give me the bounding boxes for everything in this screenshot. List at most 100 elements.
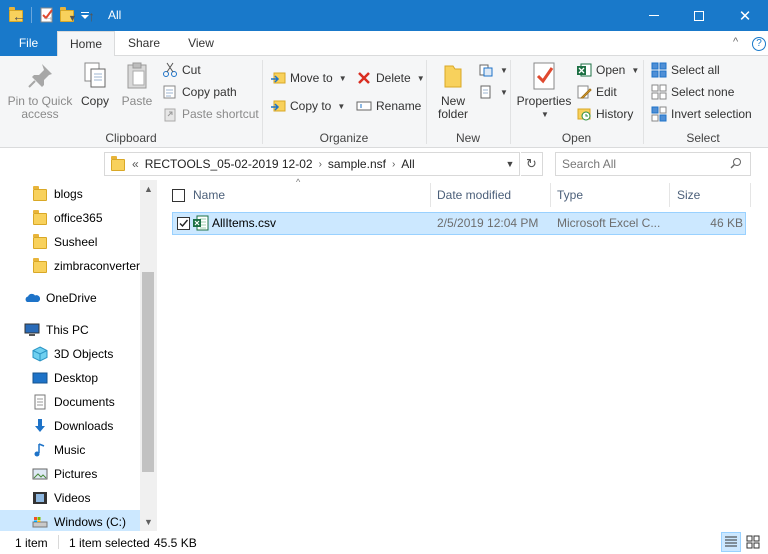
address-dropdown[interactable]: ▼ xyxy=(500,152,520,176)
search-box[interactable]: Search All xyxy=(555,152,751,176)
new-folder-button[interactable]: New folder xyxy=(434,60,472,121)
breadcrumb-overflow[interactable]: « xyxy=(132,157,139,171)
tab-file[interactable]: File xyxy=(0,31,57,56)
nav-item-3d-objects[interactable]: 3D Objects xyxy=(0,342,140,366)
breadcrumb-segment[interactable]: All xyxy=(401,157,414,171)
copy-icon xyxy=(79,60,111,92)
refresh-button[interactable]: ↻ xyxy=(521,152,543,176)
nav-scrollbar-thumb[interactable] xyxy=(142,272,154,472)
tab-view[interactable]: View xyxy=(176,31,226,56)
column-divider[interactable] xyxy=(669,183,670,207)
chevron-down-icon: ▼ xyxy=(338,73,347,83)
delete-button[interactable]: Delete ▼ xyxy=(356,68,425,88)
search-input[interactable]: Search All xyxy=(562,157,616,171)
paste-label: Paste xyxy=(121,94,153,108)
paste-shortcut-label: Paste shortcut xyxy=(182,107,259,121)
folder-icon xyxy=(32,258,48,274)
breadcrumb-separator-icon[interactable]: › xyxy=(392,159,395,170)
maximize-button[interactable] xyxy=(676,0,722,31)
nav-item-windows-c[interactable]: Windows (C:) xyxy=(0,510,140,531)
select-all-button[interactable]: Select all xyxy=(651,60,720,80)
paste-shortcut-button[interactable]: Paste shortcut xyxy=(162,104,259,124)
properties-icon xyxy=(528,60,560,92)
details-view-button[interactable] xyxy=(721,532,741,552)
close-button[interactable]: ✕ xyxy=(722,0,768,31)
nav-item-label: Documents xyxy=(54,395,115,409)
address-bar[interactable]: « RECTOOLS_05-02-2019 12-02 › sample.nsf… xyxy=(104,152,520,176)
open-button[interactable]: Open ▼ xyxy=(576,60,639,80)
nav-item-music[interactable]: Music xyxy=(0,438,140,462)
nav-item-zimbraconverter[interactable]: zimbraconverter xyxy=(0,254,140,278)
invert-selection-button[interactable]: Invert selection xyxy=(651,104,752,124)
edit-button[interactable]: Edit xyxy=(576,82,617,102)
tab-home[interactable]: Home xyxy=(57,31,115,57)
nav-item-documents[interactable]: Documents xyxy=(0,390,140,414)
folder-icon xyxy=(110,156,126,172)
tab-share[interactable]: Share xyxy=(118,31,170,56)
refresh-icon: ↻ xyxy=(526,156,537,171)
breadcrumb-separator-icon[interactable]: › xyxy=(319,159,322,170)
details-view-icon xyxy=(725,536,737,547)
rename-label: Rename xyxy=(376,99,422,113)
easy-access-button[interactable]: ▼ xyxy=(478,82,508,102)
table-row[interactable]: AllItems.csv 2/5/2019 12:04 PM Microsoft… xyxy=(172,212,746,235)
recent-locations-dropdown[interactable]: ▼ xyxy=(68,13,77,23)
select-group-label: Select xyxy=(686,131,720,145)
open-group: Properties ▼ Open ▼ Edit History Open xyxy=(510,56,643,148)
nav-item-label: zimbraconverter xyxy=(54,259,140,273)
new-group: New folder ▼ ▼ New xyxy=(426,56,510,148)
help-icon[interactable]: ? xyxy=(752,37,766,51)
scroll-up-icon[interactable]: ▲ xyxy=(140,180,157,197)
forward-button[interactable]: → xyxy=(41,8,55,24)
back-button[interactable]: ← xyxy=(12,8,26,24)
column-header-type[interactable]: Type xyxy=(557,183,667,207)
pin-to-quick-access-button[interactable]: Pin to Quick access xyxy=(4,60,76,121)
nav-item-office365[interactable]: office365 xyxy=(0,206,140,230)
minimize-button[interactable] xyxy=(631,0,677,31)
large-icons-view-button[interactable] xyxy=(743,532,763,552)
nav-item-label: Windows (C:) xyxy=(54,515,127,529)
copy-to-icon xyxy=(270,98,286,114)
nav-item-pictures[interactable]: Pictures xyxy=(0,462,140,486)
chevron-down-icon: ▼ xyxy=(541,110,549,119)
select-all-checkbox[interactable] xyxy=(172,188,185,202)
nav-item-onedrive[interactable]: OneDrive xyxy=(0,286,140,310)
column-divider[interactable] xyxy=(550,183,551,207)
new-item-button[interactable]: ▼ xyxy=(478,60,508,80)
nav-item-blogs[interactable]: blogs xyxy=(0,182,140,206)
delete-label: Delete xyxy=(376,71,411,85)
properties-button[interactable]: Properties ▼ xyxy=(516,60,572,121)
paste-button[interactable]: Paste xyxy=(118,60,156,108)
column-header-size[interactable]: Size xyxy=(677,183,747,207)
column-divider[interactable] xyxy=(750,183,751,207)
select-none-button[interactable]: Select none xyxy=(651,82,734,102)
row-checkbox[interactable] xyxy=(177,217,190,230)
chevron-down-icon: ▼ xyxy=(631,65,640,75)
nav-item-susheel[interactable]: Susheel xyxy=(0,230,140,254)
history-button[interactable]: History xyxy=(576,104,633,124)
nav-item-this-pc[interactable]: This PC xyxy=(0,318,140,342)
move-to-button[interactable]: Move to ▼ xyxy=(270,68,347,88)
nav-item-videos[interactable]: Videos xyxy=(0,486,140,510)
column-divider[interactable] xyxy=(430,183,431,207)
excel-icon xyxy=(576,62,592,78)
nav-item-desktop[interactable]: Desktop xyxy=(0,366,140,390)
breadcrumb-segment[interactable]: RECTOOLS_05-02-2019 12-02 xyxy=(145,157,313,171)
select-none-label: Select none xyxy=(671,85,735,99)
column-header-name[interactable]: Name xyxy=(172,183,430,207)
column-header-date[interactable]: Date modified xyxy=(437,183,549,207)
toolbar-divider xyxy=(31,7,32,23)
file-name[interactable]: AllItems.csv xyxy=(212,213,276,234)
collapse-ribbon-icon[interactable]: ^ xyxy=(733,36,738,48)
properties-label: Properties xyxy=(516,94,572,108)
cut-button[interactable]: Cut xyxy=(162,60,201,80)
up-button[interactable]: ↑ xyxy=(88,8,95,24)
copy-to-button[interactable]: Copy to ▼ xyxy=(270,96,345,116)
new-folder-line2: folder xyxy=(437,107,469,121)
nav-item-downloads[interactable]: Downloads xyxy=(0,414,140,438)
copy-button[interactable]: Copy xyxy=(78,60,112,108)
scroll-down-icon[interactable]: ▼ xyxy=(140,513,157,530)
copy-path-button[interactable]: Copy path xyxy=(162,82,237,102)
rename-button[interactable]: Rename xyxy=(356,96,421,116)
breadcrumb-segment[interactable]: sample.nsf xyxy=(328,157,386,171)
